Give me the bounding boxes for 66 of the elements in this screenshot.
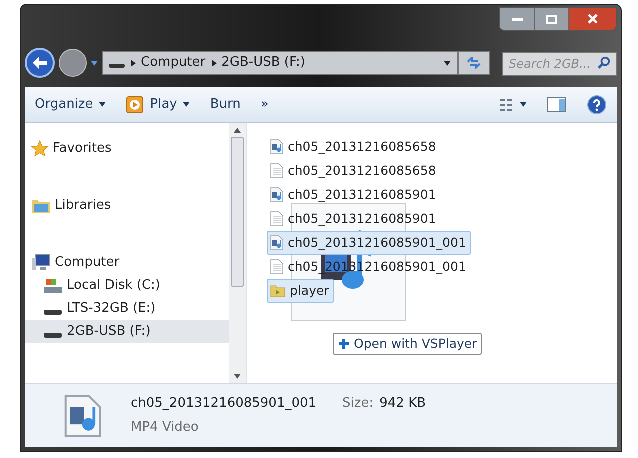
back-button[interactable]	[25, 48, 55, 78]
address-bar[interactable]: Computer 2GB-USB (F:)	[102, 51, 458, 75]
breadcrumb[interactable]: 2GB-USB (F:)	[222, 53, 306, 73]
maximize-button[interactable]	[534, 8, 568, 30]
close-icon	[586, 13, 598, 25]
computer-icon	[31, 254, 51, 272]
close-button[interactable]	[568, 8, 616, 30]
dropdown-icon[interactable]	[444, 60, 451, 66]
plus-icon	[338, 338, 350, 350]
refresh-button[interactable]	[458, 51, 490, 75]
navigation-item[interactable]: Computer	[25, 251, 229, 274]
navigation-item[interactable]: LTS-32GB (E:)	[25, 297, 229, 320]
drive-icon	[109, 64, 125, 68]
file-item[interactable]: ch05_20131216085901	[267, 183, 442, 207]
folder-icon	[270, 284, 286, 298]
help-icon[interactable]	[587, 94, 607, 114]
file-name: ch05_20131216085901_001	[131, 395, 317, 413]
preview-pane-icon[interactable]	[547, 96, 567, 112]
caret-icon	[520, 102, 527, 107]
document-icon	[270, 211, 284, 227]
scroll-down-icon[interactable]	[234, 374, 241, 378]
file-item[interactable]: ch05_20131216085658	[267, 159, 442, 183]
search-field[interactable]: Search 2GB...	[502, 52, 617, 76]
document-icon	[270, 163, 284, 179]
file-item[interactable]: ch05_20131216085901_001	[267, 231, 472, 255]
file-item[interactable]: ch05_20131216085901	[267, 207, 442, 231]
size-label: Size:	[342, 395, 374, 413]
refresh-icon	[466, 57, 482, 69]
back-arrow-icon	[32, 56, 48, 70]
chevron-icon	[131, 60, 136, 66]
scroll-up-icon[interactable]	[234, 128, 241, 132]
size-value: 942 KB	[380, 395, 426, 413]
video-file-icon	[270, 139, 284, 155]
navigation-item[interactable]: 2GB-USB (F:)	[25, 320, 229, 343]
video-file-icon	[270, 187, 284, 203]
file-item[interactable]: player	[267, 279, 334, 303]
disk-drive-icon	[43, 276, 63, 294]
view-grid-icon	[500, 98, 512, 110]
navigation-item[interactable]: Libraries	[25, 194, 229, 217]
organize-menu-button[interactable]: Organize	[35, 94, 106, 114]
minimize-button[interactable]	[500, 8, 534, 30]
scrollbar[interactable]	[229, 123, 246, 383]
chevron-icon	[212, 60, 217, 66]
usb-drive-icon	[44, 333, 62, 338]
drag-tooltip: Open with VSPlayer	[333, 333, 482, 355]
navigation-item[interactable]: Local Disk (C:)	[25, 274, 229, 297]
file-type: MP4 Video	[131, 418, 200, 436]
forward-button[interactable]	[59, 49, 87, 77]
usb-drive-icon	[44, 310, 62, 315]
navigation-item[interactable]: Favorites	[25, 137, 229, 160]
search-icon	[598, 56, 611, 69]
caret-icon	[183, 102, 190, 107]
toolbar-button[interactable]: Burn	[210, 94, 241, 114]
breadcrumb[interactable]: Computer	[141, 53, 206, 73]
toolbar-button[interactable]: »	[260, 94, 269, 114]
caret-icon	[99, 102, 106, 107]
history-dropdown-icon[interactable]	[91, 60, 98, 66]
file-item[interactable]: ch05_20131216085658	[267, 135, 442, 159]
view-options-button[interactable]	[500, 98, 527, 110]
document-icon	[270, 259, 284, 275]
play-menu-button[interactable]: Play	[126, 94, 190, 114]
library-icon	[31, 198, 51, 214]
play-icon	[126, 96, 144, 114]
video-file-icon	[270, 235, 284, 251]
star-icon	[31, 140, 49, 158]
scroll-thumb[interactable]	[231, 137, 244, 287]
